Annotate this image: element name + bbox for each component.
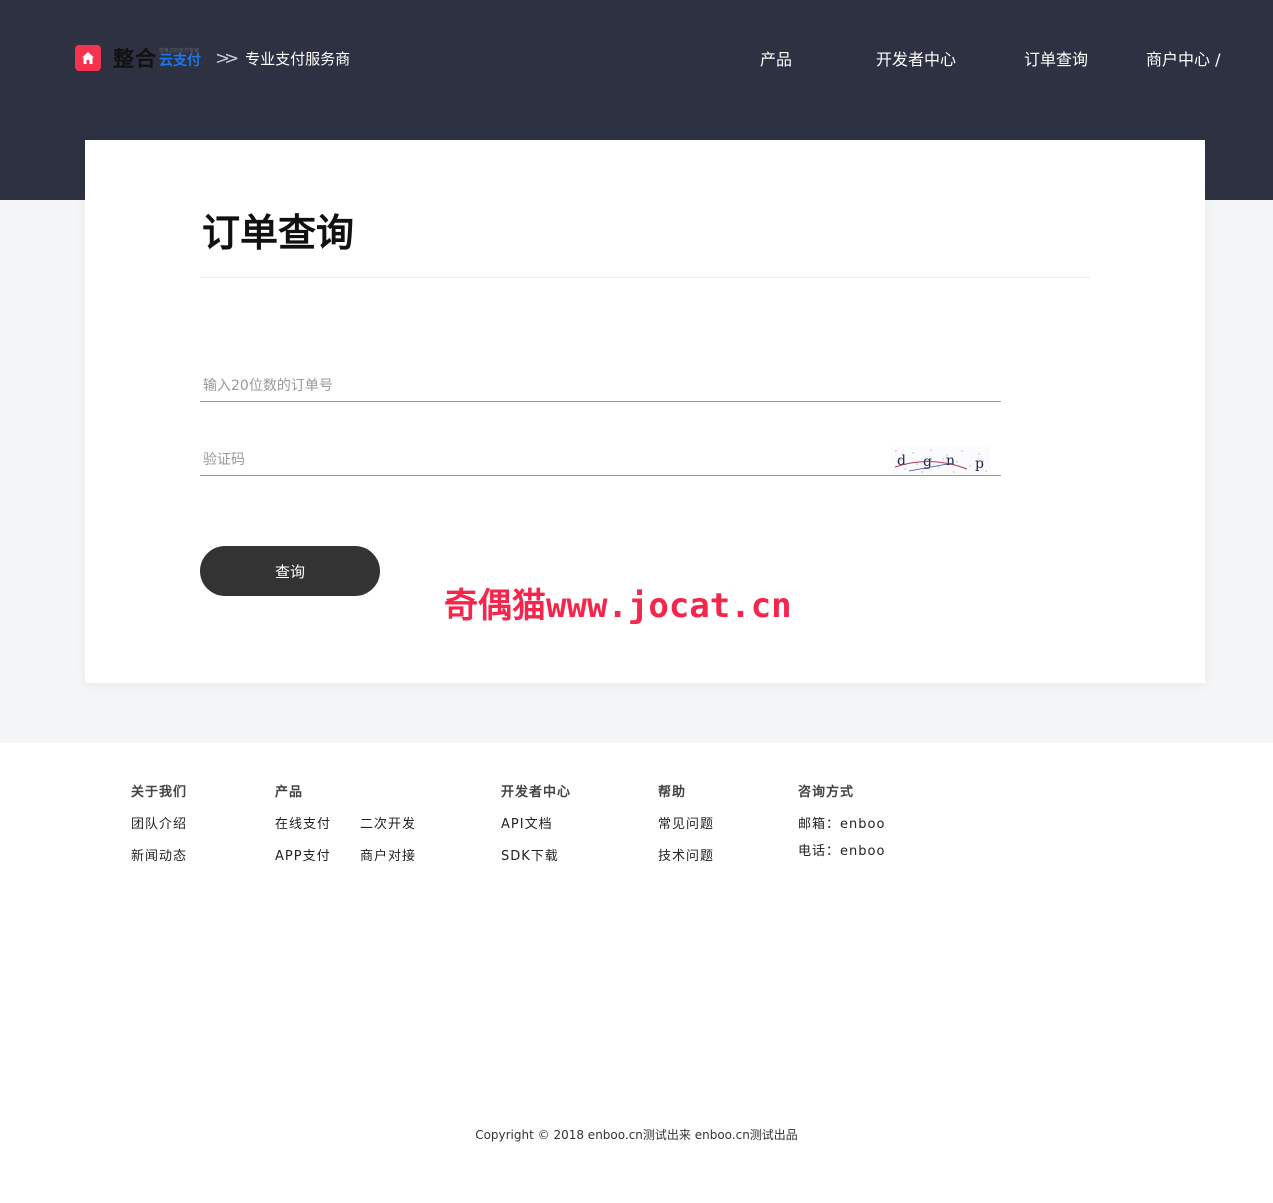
footer-link-secondary-dev[interactable]: 二次开发	[360, 817, 416, 833]
footer-contact-phone: 电话：enboo	[798, 844, 886, 859]
captcha-field: d g n p	[200, 445, 1001, 476]
footer-copyright: Copyright © 2018 enboo.cn测试出来 enboo.cn测试…	[475, 1128, 798, 1142]
watermark-text: 奇偶猫www.jocat.cn	[444, 586, 792, 626]
footer-link-tech-issues[interactable]: 技术问题	[658, 849, 714, 865]
footer-col-developer: 开发者中心 API文档 SDK下载	[501, 785, 571, 881]
footer-link-news[interactable]: 新闻动态	[131, 849, 187, 865]
footer-heading: 开发者中心	[501, 785, 572, 800]
svg-text:p: p	[975, 456, 984, 472]
footer-link-online-pay[interactable]: 在线支付	[275, 817, 360, 833]
site-logo[interactable]: 整合 您身边的支付专家 云支付 >> 专业支付服务商	[75, 43, 350, 73]
header-slogan: 专业支付服务商	[245, 49, 351, 68]
footer-link-faq[interactable]: 常见问题	[658, 817, 714, 833]
footer-contact-email: 邮箱：enboo	[798, 817, 886, 832]
home-icon[interactable]	[75, 45, 101, 71]
captcha-image[interactable]: d g n p	[891, 447, 991, 475]
footer-heading: 帮助	[658, 785, 687, 800]
footer-heading: 关于我们	[131, 785, 188, 800]
nav-developer-center[interactable]: 开发者中心	[876, 46, 956, 70]
page-title: 订单查询	[202, 210, 355, 255]
brand-name: 整合 您身边的支付专家 云支付	[113, 43, 201, 73]
captcha-input[interactable]	[200, 445, 1001, 475]
footer-link-api-docs[interactable]: API文档	[501, 817, 553, 833]
nav-order-query[interactable]: 订单查询	[1024, 46, 1088, 70]
order-number-input[interactable]	[200, 371, 1001, 401]
brand-sub-text: 云支付	[159, 52, 201, 69]
order-number-field	[200, 371, 1001, 402]
footer-link-app-pay[interactable]: APP支付	[275, 849, 360, 865]
query-button[interactable]: 查询	[200, 546, 380, 596]
footer-col-products: 产品 在线支付 二次开发 APP支付 商户对接	[275, 785, 416, 881]
footer-heading: 咨询方式	[798, 785, 855, 800]
footer-link-team[interactable]: 团队介绍	[131, 817, 187, 833]
chevron-right-icon: >>	[215, 47, 239, 69]
svg-text:n: n	[946, 453, 955, 469]
nav-products[interactable]: 产品	[760, 46, 792, 70]
nav-merchant-center[interactable]: 商户中心 /	[1146, 46, 1220, 70]
svg-text:d: d	[897, 453, 906, 469]
footer-col-about: 关于我们 团队介绍 新闻动态	[131, 785, 187, 881]
footer-link-sdk-download[interactable]: SDK下载	[501, 849, 559, 865]
footer-link-merchant-integration[interactable]: 商户对接	[360, 849, 416, 865]
footer-heading: 产品	[275, 785, 304, 800]
title-divider	[200, 277, 1090, 278]
footer-col-contact: 咨询方式 邮箱：enboo 电话：enboo	[798, 785, 885, 876]
brand-main-text: 整合	[113, 47, 157, 71]
footer-col-help: 帮助 常见问题 技术问题	[658, 785, 714, 881]
